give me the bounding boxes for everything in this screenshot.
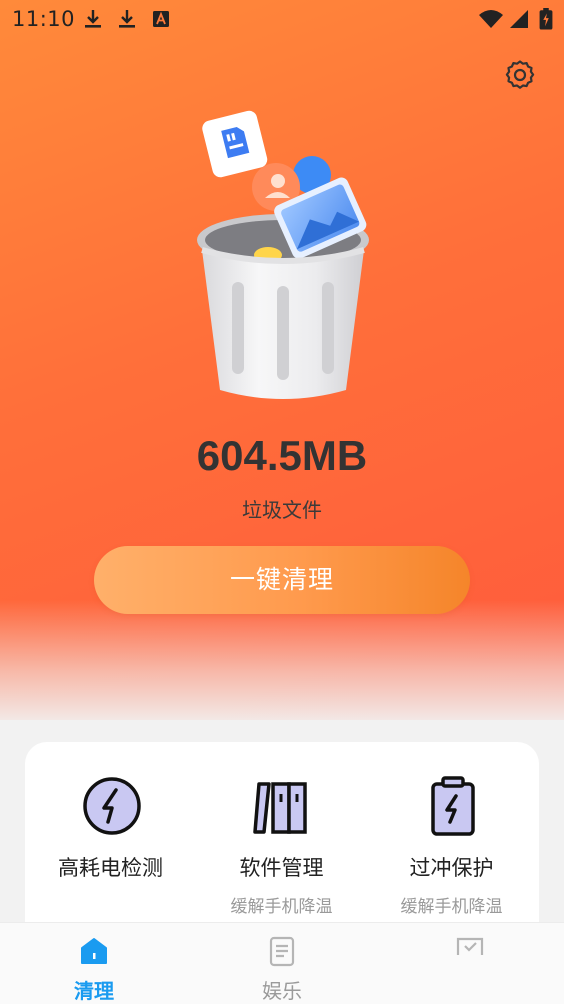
nav-label: 娱乐: [262, 979, 302, 1003]
feature-title: 高耗电检测: [58, 856, 163, 880]
battery-charging-icon: [539, 8, 553, 30]
feature-subtitle: 缓解手机降温: [400, 897, 503, 917]
download-icon: [85, 10, 101, 28]
gear-icon[interactable]: [503, 58, 537, 92]
feature-title: 软件管理: [239, 856, 324, 880]
nav-tab-clean[interactable]: 清理: [34, 923, 154, 1004]
junk-size-value: 604.5MB: [196, 432, 368, 479]
nav-tab-third[interactable]: [410, 923, 530, 1004]
one-click-clean-button[interactable]: 一键清理: [94, 546, 470, 614]
bottom-nav: 清理 娱乐: [0, 922, 564, 1004]
junk-size-caption: 垃圾文件: [242, 498, 322, 522]
nav-label: 清理: [74, 979, 114, 1003]
download-icon: [119, 10, 135, 28]
document-icon: [269, 936, 295, 967]
hero-fade: [0, 600, 564, 730]
signal-icon: [510, 10, 528, 28]
a-letter-icon: [153, 11, 169, 27]
feature-app-manager[interactable]: 软件管理 缓解手机降温: [196, 742, 367, 942]
feature-title: 过冲保护: [409, 856, 494, 880]
nav-tab-entertainment[interactable]: 娱乐: [222, 923, 342, 1004]
trash-can-illustration: [197, 110, 369, 399]
books-icon: [253, 782, 307, 834]
wifi-icon: [479, 10, 503, 28]
lightning-circle-icon: [83, 777, 141, 835]
status-time: 11:10: [12, 7, 76, 31]
feature-overcharge-protect[interactable]: 过冲保护 缓解手机降温: [366, 742, 537, 942]
feature-power-check[interactable]: 高耗电检测: [25, 742, 196, 942]
home-icon: [81, 938, 107, 964]
check-box-icon: [456, 937, 484, 955]
feature-subtitle: 缓解手机降温: [230, 897, 333, 917]
status-bar: 11:10: [0, 0, 564, 38]
battery-clipboard-icon: [431, 776, 475, 836]
